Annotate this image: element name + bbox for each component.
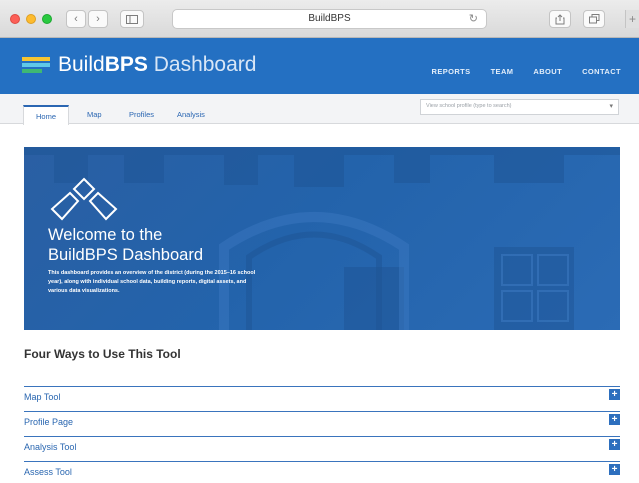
accordion-label: Analysis Tool (24, 442, 77, 452)
accordion-label: Profile Page (24, 417, 74, 427)
sidebar-toggle-button[interactable] (120, 10, 144, 28)
sidebar-icon (126, 14, 138, 24)
browser-toolbar: ‹ › BuildBPS ↻ + (0, 0, 639, 38)
nav-reports[interactable]: REPORTS (432, 67, 471, 76)
window-controls (10, 14, 52, 24)
tab-map[interactable]: Map (87, 110, 102, 119)
chevron-left-icon: ‹ (74, 13, 78, 25)
plus-icon[interactable]: + (609, 464, 620, 475)
chevron-down-icon: ▾ (609, 103, 613, 110)
tab-profiles[interactable]: Profiles (129, 110, 154, 119)
site-header: BuildBPS Dashboard REPORTS TEAM ABOUT CO… (0, 38, 639, 94)
accordion-analysis-tool[interactable]: Analysis Tool + (24, 436, 620, 460)
nav-about[interactable]: ABOUT (533, 67, 562, 76)
close-window-button[interactable] (10, 14, 20, 24)
nav-team[interactable]: TEAM (491, 67, 514, 76)
plus-icon[interactable]: + (609, 414, 620, 425)
chevron-right-icon: › (96, 13, 100, 25)
brand-dashboard: Dashboard (147, 53, 257, 76)
section-title: Four Ways to Use This Tool (24, 347, 181, 361)
brand-bps: BPS (104, 53, 148, 76)
logo-icon[interactable] (22, 57, 50, 75)
reload-icon[interactable]: ↻ (469, 12, 478, 25)
accordion-assess-tool[interactable]: Assess Tool + (24, 461, 620, 483)
accordion-label: Map Tool (24, 392, 61, 402)
tab-analysis[interactable]: Analysis (177, 110, 205, 119)
new-tab-button[interactable]: + (625, 10, 639, 28)
plus-icon[interactable]: + (609, 439, 620, 450)
forward-button[interactable]: › (88, 10, 108, 28)
brand-build: Build (58, 53, 105, 76)
buildbps-mark-icon (50, 177, 118, 221)
accordion-map-tool[interactable]: Map Tool + (24, 386, 620, 410)
site-brand[interactable]: BuildBPS Dashboard (58, 53, 256, 77)
school-profile-placeholder: View school profile (type to search) (426, 103, 512, 109)
accordion-label: Assess Tool (24, 467, 72, 477)
address-bar[interactable]: BuildBPS ↻ (172, 9, 487, 29)
hero-title-line2: BuildBPS Dashboard (48, 246, 204, 264)
hero-title-line1: Welcome to the (48, 226, 163, 244)
back-button[interactable]: ‹ (66, 10, 86, 28)
tabs-overview-button[interactable] (583, 10, 605, 28)
plus-icon: + (628, 12, 636, 26)
zoom-window-button[interactable] (42, 14, 52, 24)
tab-home[interactable]: Home (23, 105, 70, 125)
share-icon (555, 13, 565, 24)
nav-contact[interactable]: CONTACT (582, 67, 621, 76)
share-button[interactable] (549, 10, 571, 28)
tabs-icon (588, 14, 599, 24)
school-profile-select[interactable]: View school profile (type to search) ▾ (420, 99, 619, 115)
hero-description: This dashboard provides an overview of t… (48, 270, 256, 294)
plus-icon[interactable]: + (609, 389, 620, 400)
address-text: BuildBPS (308, 13, 351, 24)
accordion-profile-page[interactable]: Profile Page + (24, 411, 620, 435)
hero-banner: Welcome to the BuildBPS Dashboard This d… (24, 147, 620, 330)
top-navigation: REPORTS TEAM ABOUT CONTACT (432, 67, 622, 76)
minimize-window-button[interactable] (26, 14, 36, 24)
hero-title: Welcome to the BuildBPS Dashboard (48, 225, 203, 265)
